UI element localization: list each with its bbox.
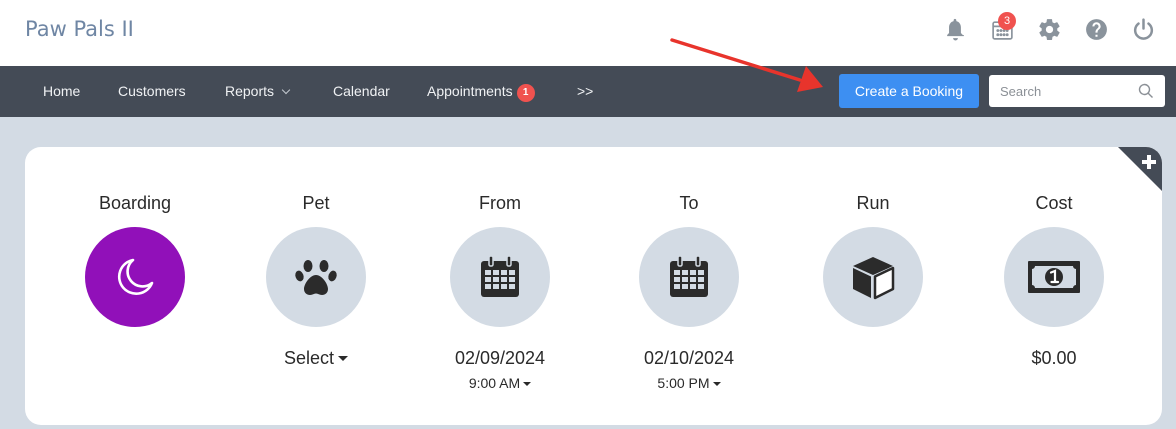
- question-icon: [1085, 18, 1107, 40]
- from-time-select[interactable]: 9:00 AM: [400, 375, 600, 391]
- from-label: From: [479, 193, 521, 213]
- app-title: Paw Pals II: [25, 17, 134, 41]
- appointments-badge: 1: [516, 84, 535, 102]
- service-button[interactable]: [85, 227, 185, 327]
- top-header: Paw Pals II 3: [0, 0, 1176, 66]
- power-icon[interactable]: [1128, 14, 1158, 44]
- box-icon: [853, 257, 895, 300]
- to-time-value: 5:00 PM: [657, 375, 710, 391]
- run-label: Run: [856, 193, 890, 213]
- caret-down-icon: [712, 382, 721, 386]
- chevron-down-icon: [281, 85, 291, 95]
- calendar-notification-icon[interactable]: 3: [987, 12, 1017, 44]
- from-time-value: 9:00 AM: [468, 375, 521, 391]
- pet-select[interactable]: Select: [216, 348, 416, 369]
- nav-appointments-label: Appointments: [427, 83, 513, 99]
- nav-home[interactable]: Home: [43, 66, 80, 117]
- cost-button[interactable]: [1004, 227, 1104, 327]
- nav-reports-label: Reports: [225, 83, 275, 99]
- booking-card: Boarding Pet Select From 02/09/2024 9:00…: [25, 147, 1162, 425]
- nav-customers[interactable]: Customers: [118, 66, 186, 117]
- gear-icon-glyph: [1038, 18, 1060, 40]
- to-time-select[interactable]: 5:00 PM: [589, 375, 789, 391]
- nav-more[interactable]: >>: [577, 66, 593, 117]
- pet-select-value: Select: [283, 348, 335, 368]
- from-date-button[interactable]: [450, 227, 550, 327]
- plus-icon[interactable]: [1118, 147, 1162, 191]
- nav-calendar-label: Calendar: [333, 83, 390, 99]
- top-icon-bar: 3: [940, 12, 1158, 44]
- pet-label: Pet: [302, 193, 330, 213]
- to-label: To: [679, 193, 699, 213]
- nav-appointments[interactable]: Appointments 1: [427, 66, 535, 117]
- power-icon-glyph: [1133, 17, 1153, 40]
- calendar-icon: [670, 255, 708, 297]
- nav-more-label: >>: [577, 83, 594, 99]
- nav-calendar[interactable]: Calendar: [333, 66, 390, 117]
- pet-button[interactable]: [266, 227, 366, 327]
- help-icon[interactable]: [1081, 14, 1111, 44]
- caret-down-icon: [338, 356, 349, 361]
- gear-icon[interactable]: [1034, 14, 1064, 44]
- run-button[interactable]: [823, 227, 923, 327]
- to-date[interactable]: 02/10/2024: [589, 348, 789, 369]
- dollar-bill-icon: [1028, 261, 1080, 293]
- caret-down-icon: [523, 382, 532, 386]
- nav-home-label: Home: [43, 83, 81, 99]
- service-label: Boarding: [98, 193, 172, 213]
- search-icon[interactable]: [1138, 83, 1154, 99]
- from-date[interactable]: 02/09/2024: [400, 348, 600, 369]
- calendar-badge: 3: [998, 12, 1016, 30]
- cost-value: $0.00: [1031, 348, 1077, 368]
- create-booking-button[interactable]: Create a Booking: [839, 74, 979, 108]
- paw-icon: [295, 260, 337, 295]
- search-box: [989, 75, 1165, 107]
- cost-label: Cost: [1035, 193, 1073, 213]
- bell-icon[interactable]: [940, 14, 970, 44]
- calendar-icon: [481, 255, 519, 297]
- bell-icon-glyph: [946, 18, 964, 40]
- to-date-button[interactable]: [639, 227, 739, 327]
- moon-icon: [117, 258, 154, 295]
- nav-customers-label: Customers: [118, 83, 186, 99]
- nav-reports[interactable]: Reports: [225, 66, 291, 117]
